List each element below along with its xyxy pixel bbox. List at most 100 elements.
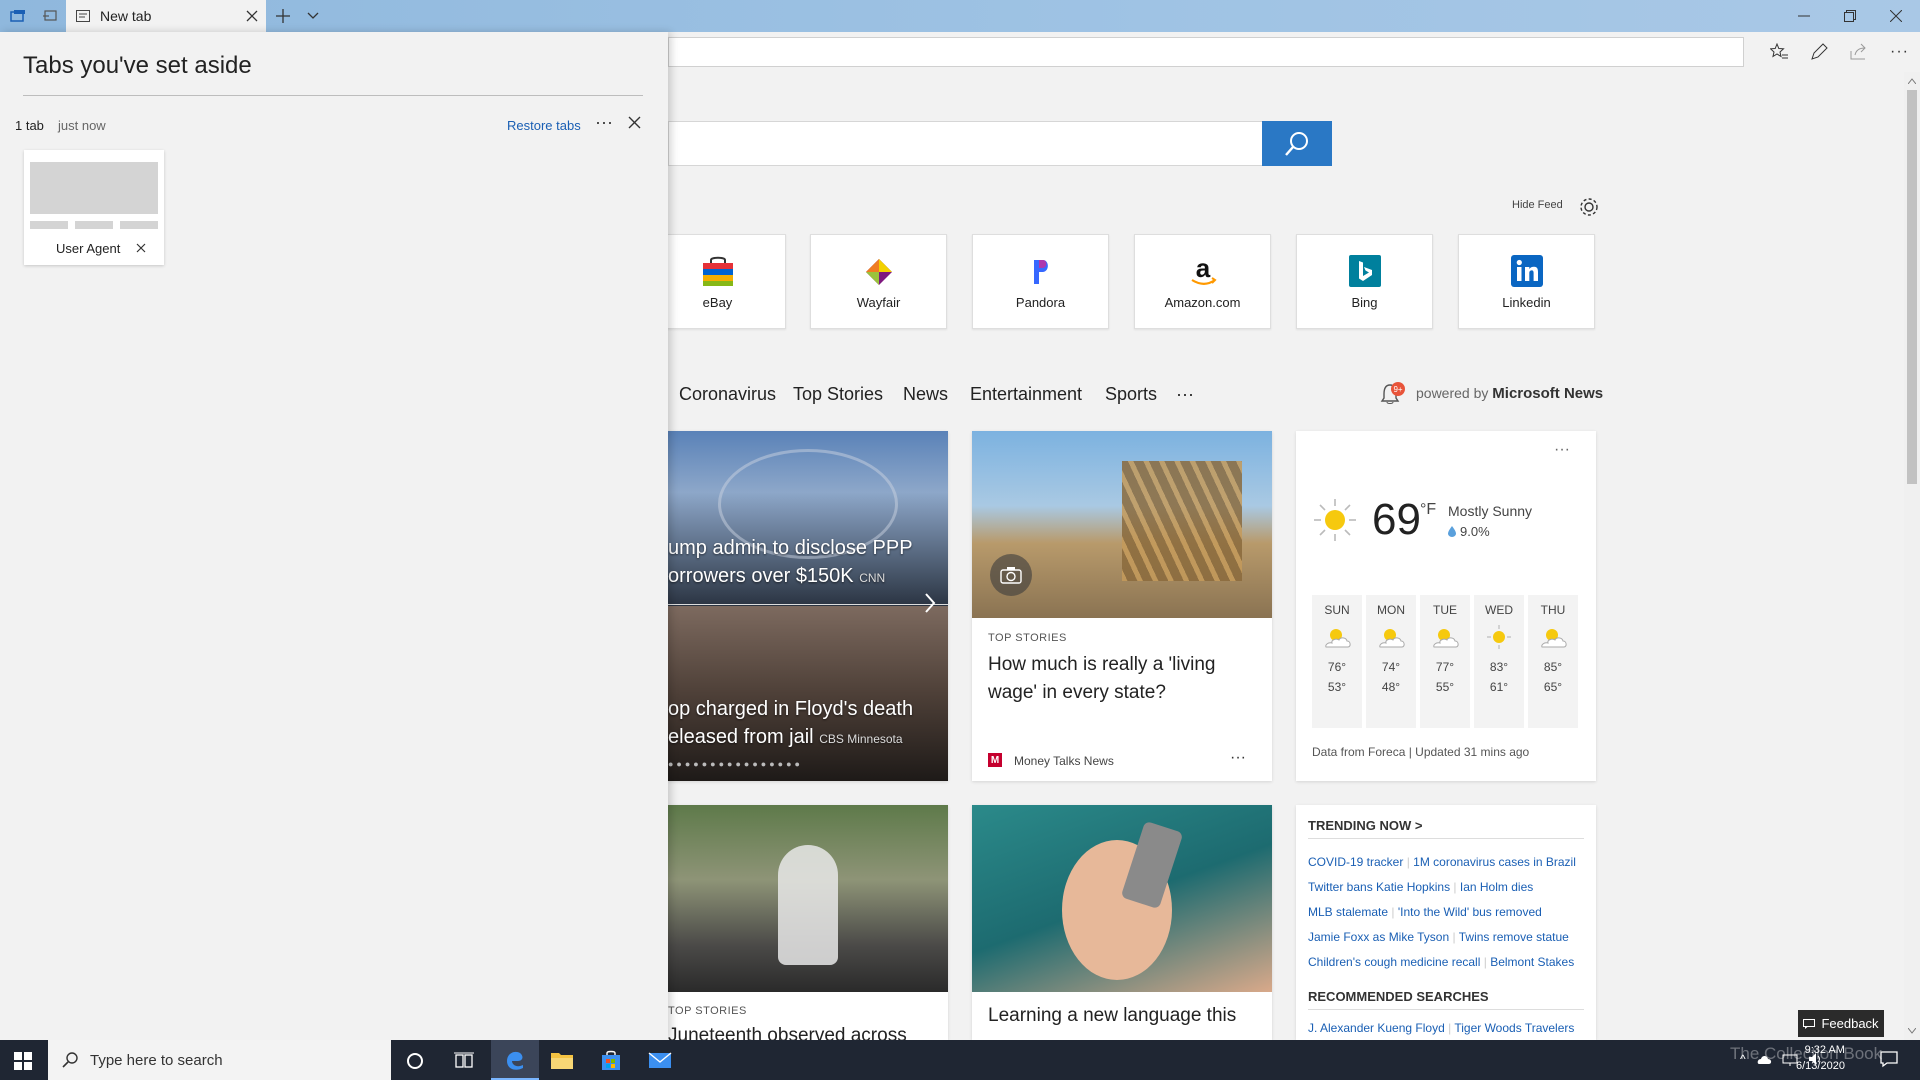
tab-actions-icon[interactable] [4,0,32,32]
scrollbar[interactable] [1904,72,1920,1040]
forecast-day[interactable]: SUN 76° 53° [1312,595,1362,728]
task-view-icon[interactable] [454,1052,474,1070]
thumbnail-line [120,221,158,229]
top-site-bing[interactable]: Bing [1296,234,1433,329]
pen-icon[interactable] [1810,43,1828,61]
weather-card[interactable]: ··· 69 °F Mostly Sunny 9.0% SUN 76° 53° M… [1296,431,1596,781]
partly-cloudy-icon [1433,629,1459,648]
weather-more-icon[interactable]: ··· [1554,441,1570,459]
top-site-wayfair[interactable]: Wayfair [810,234,947,329]
trending-heading[interactable]: TRENDING NOW > [1308,818,1422,833]
feed-tab-coronavirus[interactable]: Coronavirus [679,384,776,405]
store-icon[interactable] [600,1049,622,1071]
feed-more-button[interactable]: ··· [1176,384,1194,405]
cloud-icon[interactable] [1756,1052,1772,1066]
story-card[interactable]: TOP STORIES How much is really a 'living… [972,431,1272,781]
forecast-day[interactable]: THU 85° 65° [1528,595,1578,728]
feedback-button[interactable]: Feedback [1798,1010,1884,1037]
trending-link[interactable]: COVID-19 tracker [1308,855,1403,869]
cortana-icon[interactable] [406,1052,424,1070]
wall-frame [1122,461,1242,581]
edge-taskbar-icon[interactable] [491,1040,539,1080]
restore-tabs-link[interactable]: Restore tabs [507,118,581,133]
precip-value: 9.0% [1460,524,1490,539]
recommended-link[interactable]: Tiger Woods Travelers [1454,1021,1574,1035]
chevron-right-icon[interactable] [924,592,936,614]
trending-link[interactable]: Children's cough medicine recall [1308,955,1480,969]
windows-start-icon[interactable] [14,1052,32,1070]
minimize-icon[interactable] [1786,0,1822,32]
tab-preview-chevron-icon[interactable] [302,0,324,32]
feedback-label: Feedback [1821,1016,1879,1031]
feed-tab-news[interactable]: News [903,384,948,405]
trending-link[interactable]: Ian Holm dies [1460,880,1533,894]
trending-link[interactable]: 1M coronavirus cases in Brazil [1413,855,1576,869]
forecast-day[interactable]: MON 74° 48° [1366,595,1416,728]
file-explorer-icon[interactable] [550,1050,574,1070]
close-icon[interactable] [1878,0,1914,32]
carousel-headline-1[interactable]: ump admin to disclose PPP orrowers over … [668,534,913,592]
set-aside-time: just now [58,118,106,133]
story-title[interactable]: Juneteenth observed across [668,1025,907,1040]
close-icon[interactable] [628,116,641,129]
scrollbar-thumb[interactable] [1907,90,1917,484]
clock-date: 6/13/2020 [1796,1060,1845,1072]
address-bar[interactable] [668,37,1744,67]
share-icon[interactable] [1850,43,1868,61]
carousel-card[interactable]: ump admin to disclose PPP orrowers over … [668,431,948,781]
search-icon [1285,131,1308,156]
carousel-dots[interactable]: ●●●●●●●●●●●●●●●● [668,759,803,769]
taskbar-clock[interactable]: 9:32 AM 6/13/2020 [1796,1042,1845,1074]
tab-new-tab[interactable]: New tab [66,0,266,32]
trending-card: TRENDING NOW > COVID-19 tracker | 1M cor… [1296,805,1596,1040]
story-title[interactable]: How much is really a 'living wage' in ev… [988,651,1215,707]
web-search-input[interactable] [668,121,1262,166]
feed-tab-entertainment[interactable]: Entertainment [970,384,1082,405]
trending-link[interactable]: Belmont Stakes [1490,955,1574,969]
carousel-headline-2[interactable]: op charged in Floyd's death eleased from… [668,695,913,753]
hide-feed-link[interactable]: Hide Feed [1512,199,1563,211]
more-options-icon[interactable]: ··· [595,112,613,133]
scroll-down-icon[interactable] [1908,1028,1916,1034]
top-site-pandora[interactable]: Pandora [972,234,1109,329]
new-tab-button[interactable] [272,0,294,32]
remove-tab-icon[interactable] [136,243,146,253]
story-source: Money Talks News [1014,754,1114,768]
tab-thumbnail[interactable]: User Agent [24,150,164,265]
trending-link[interactable]: Twins remove statue [1459,930,1569,944]
favorites-icon[interactable] [1770,43,1788,61]
divider [1308,838,1584,839]
restore-icon[interactable] [1832,0,1868,32]
chevron-up-icon[interactable]: ^ [1740,1052,1746,1066]
story-card[interactable]: Learning a new language this [972,805,1272,1040]
taskbar-search-input[interactable]: Type here to search [48,1040,391,1080]
search-button[interactable] [1262,121,1332,166]
trending-link[interactable]: Jamie Foxx as Mike Tyson [1308,930,1449,944]
recommended-link[interactable]: J. Alexander Kueng Floyd [1308,1021,1445,1035]
top-site-linkedin[interactable]: Linkedin [1458,234,1595,329]
story-more-icon[interactable]: ··· [1230,749,1246,767]
set-aside-tabs-icon[interactable] [36,0,64,32]
trending-link[interactable]: Twitter bans Katie Hopkins [1308,880,1450,894]
story-source: CNN [859,571,886,585]
trending-link[interactable]: 'Into the Wild' bus removed [1398,905,1542,919]
mail-icon[interactable] [648,1050,672,1070]
trending-row: COVID-19 tracker | 1M coronavirus cases … [1308,855,1576,869]
more-icon[interactable]: ··· [1890,43,1909,61]
forecast-day-name: MON [1377,603,1405,617]
top-site-ebay[interactable]: eBay [649,234,786,329]
tab-close-icon[interactable] [246,10,258,22]
gear-icon[interactable] [1578,196,1600,218]
story-card[interactable]: TOP STORIES Juneteenth observed across [668,805,948,1040]
scroll-up-icon[interactable] [1908,78,1916,84]
top-site-amazon[interactable]: a Amazon.com [1134,234,1271,329]
weather-temp: 69 [1372,495,1421,544]
trending-link[interactable]: MLB stalemate [1308,905,1388,919]
feed-tab-top-stories[interactable]: Top Stories [793,384,883,405]
forecast-day[interactable]: WED 83° 61° [1474,595,1524,728]
forecast-high: 85° [1543,660,1563,674]
forecast-day[interactable]: TUE 77° 55° [1420,595,1470,728]
notifications-icon[interactable] [1880,1050,1898,1068]
story-title[interactable]: Learning a new language this [988,1005,1236,1027]
feed-tab-sports[interactable]: Sports [1105,384,1157,405]
